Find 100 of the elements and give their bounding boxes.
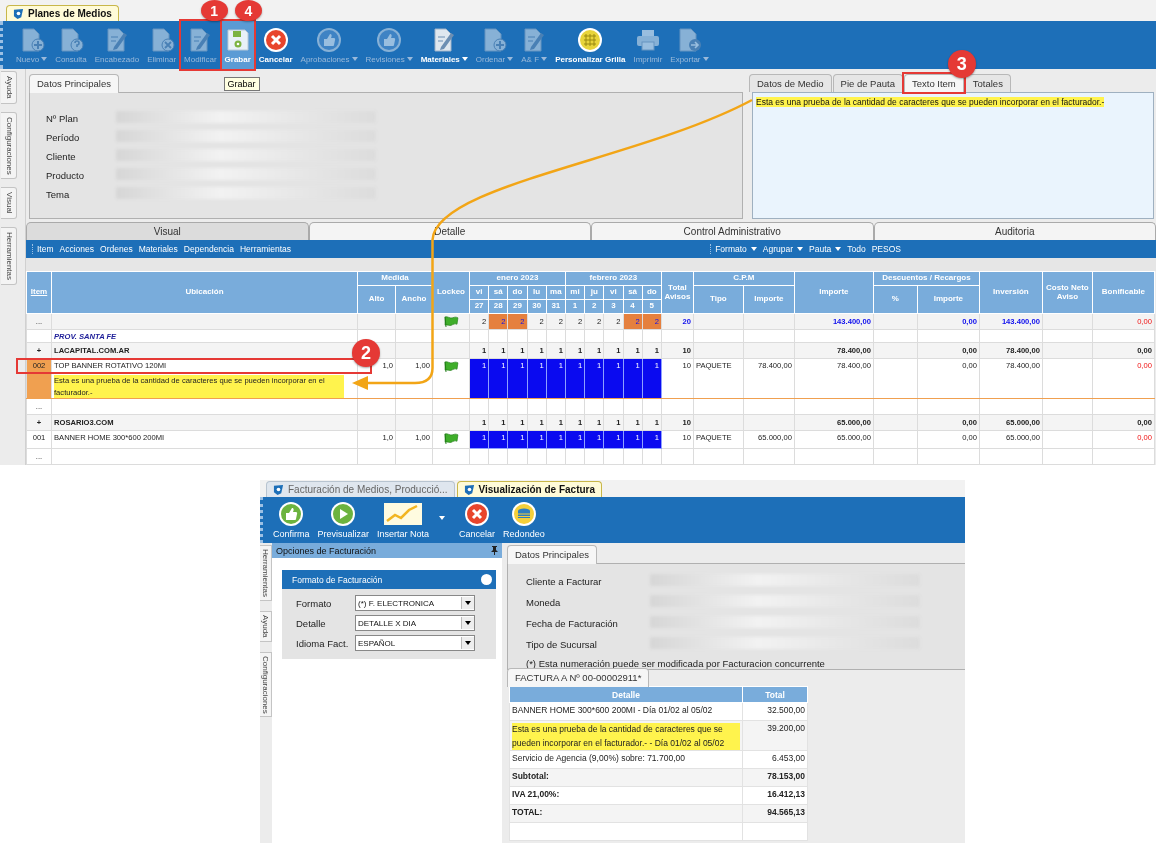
menu-item[interactable]: Todo — [847, 244, 866, 255]
column-header: Lockeo — [432, 271, 470, 314]
menu-item[interactable]: Herramientas — [239, 244, 291, 255]
caret-icon — [702, 57, 709, 61]
flag-icon — [442, 316, 460, 328]
column-header: Total — [742, 686, 808, 703]
column-header: Importe — [917, 285, 980, 314]
dropdown-field[interactable]: (*) F. ELECTRONICA — [355, 595, 475, 611]
menu-item[interactable]: Item — [37, 244, 54, 255]
side-tab[interactable]: Ayuda — [1, 71, 17, 104]
column-header: C.P.M — [693, 271, 795, 286]
field-label: Fecha de Facturación — [526, 617, 619, 631]
caret-icon — [465, 601, 471, 605]
side-tab[interactable]: Configuraciones — [260, 651, 272, 718]
section-tab[interactable]: Control Administrativo — [591, 222, 874, 241]
section-tab[interactable]: Visual — [26, 222, 309, 241]
app-logo-icon — [13, 8, 24, 19]
app-logo-icon — [273, 484, 284, 495]
pin-icon[interactable] — [491, 546, 498, 555]
toolbar-button[interactable]: Insertar Nota — [375, 497, 454, 543]
field-label: Período — [46, 130, 81, 144]
toolbar-button[interactable]: Personalizar Grilla — [552, 21, 629, 69]
side-tab[interactable]: Visual — [1, 187, 17, 219]
column-header: Detalle — [509, 686, 743, 703]
menu-item[interactable]: Formato — [715, 244, 757, 255]
field-label: Tipo de Sucursal — [526, 638, 598, 652]
document-tab[interactable]: Visualización de Factura — [456, 481, 603, 497]
item-text-area[interactable]: Esta es una prueba de la cantidad de caracteres que se pueden incorporar en el facturador.- — [752, 92, 1154, 220]
field-label: Cliente — [46, 149, 77, 163]
column-header: Importe — [794, 271, 874, 314]
field-label: Idioma Fact. — [296, 637, 350, 649]
menu-item[interactable]: Agrupar — [762, 244, 804, 255]
menu-item[interactable]: Dependencia — [183, 244, 234, 255]
column-header: Item — [26, 271, 52, 314]
panel-title: Opciones de Facturación — [276, 545, 377, 556]
invoice-detail: TOTAL: — [512, 807, 543, 818]
thumbs-up-icon — [376, 26, 403, 53]
menu-item[interactable]: Materiales — [138, 244, 178, 255]
chart-note-icon — [383, 501, 424, 527]
coins-icon — [510, 501, 537, 527]
side-tab[interactable]: Herramientas — [260, 545, 272, 601]
caret-icon — [465, 641, 471, 645]
toolbar-button[interactable]: Grabar — [221, 21, 254, 69]
menu-item[interactable]: Ordenes — [100, 244, 133, 255]
caret-icon — [507, 57, 514, 61]
toolbar-button[interactable]: Redondeo — [501, 497, 547, 543]
column-header: Medida — [357, 271, 433, 286]
document-tab[interactable]: Planes de Medios — [6, 5, 119, 21]
caret-icon — [461, 57, 468, 61]
play-icon — [330, 501, 357, 527]
invoice-detail: IVA 21,00%: — [512, 789, 560, 800]
callout-badge: 2 — [352, 339, 380, 368]
circle-icon[interactable] — [481, 574, 492, 585]
tooltip: Grabar — [223, 77, 260, 91]
toolbar-button[interactable]: Confirma — [271, 497, 312, 543]
toolbar-button[interactable]: Cancelar — [255, 21, 296, 69]
invoice-detail: BANNER HOME 300*600 200MI - Día 01/02 al 05/02 — [512, 705, 713, 715]
toolbar-button[interactable]: Materiales — [417, 21, 471, 69]
column-header: Total Avisos — [661, 271, 694, 314]
panel-tab[interactable]: FACTURA A Nº 00-00002911* — [507, 668, 650, 687]
menu-item[interactable]: Pauta — [809, 244, 842, 255]
section-tab[interactable]: Auditoria — [873, 222, 1156, 241]
field-label: Detalle — [296, 617, 327, 629]
caret-icon — [351, 57, 358, 61]
document-arrow-icon — [676, 26, 703, 53]
invoice-total: 39.200,00 — [742, 720, 808, 751]
app-logo-icon — [463, 484, 475, 495]
caret-icon — [41, 57, 48, 61]
side-tab[interactable]: Ayuda — [260, 611, 272, 642]
dropdown-field[interactable]: DETALLE X DIA — [355, 615, 475, 631]
column-header: febrero 2023 — [565, 271, 662, 286]
side-tab[interactable]: Configuraciones — [1, 111, 17, 180]
panel-tab[interactable]: Totales — [964, 74, 1011, 92]
column-header: Inversión — [979, 271, 1043, 314]
grid-icon — [577, 26, 604, 53]
caret-icon — [439, 516, 446, 520]
panel-tab[interactable]: Datos Principales — [29, 74, 119, 93]
cancel-icon — [262, 26, 289, 53]
caret-icon — [541, 57, 548, 61]
column-header: enero 2023 — [469, 271, 566, 286]
field-label: Producto — [46, 168, 86, 182]
menu-item[interactable]: PESOS — [871, 244, 901, 255]
field-label: Formato — [296, 597, 333, 609]
panel-tab[interactable]: Pie de Pauta — [832, 74, 903, 92]
side-tab[interactable]: Herramientas — [1, 227, 17, 286]
column-header: Descuentos / Recargos — [873, 271, 980, 286]
caret-icon — [835, 247, 842, 252]
caret-icon — [406, 57, 413, 61]
flag-icon — [442, 433, 460, 444]
menu-item[interactable]: Acciones — [59, 244, 95, 255]
panel-tab[interactable]: Datos Principales — [507, 545, 597, 564]
column-header: Costo Neto Aviso — [1042, 271, 1093, 314]
panel-tab[interactable]: Datos de Medio — [749, 74, 832, 92]
document-tab[interactable]: Facturación de Medios, Producció... — [266, 481, 455, 497]
invoice-detail: Subtotal: — [512, 771, 549, 782]
cancel-icon — [464, 501, 491, 527]
toolbar-button[interactable]: Previsualizar — [315, 497, 372, 543]
field-label: Cliente a Facturar — [526, 575, 603, 589]
toolbar-button[interactable]: Cancelar — [457, 497, 498, 543]
dropdown-field[interactable]: ESPAÑOL — [355, 635, 475, 651]
